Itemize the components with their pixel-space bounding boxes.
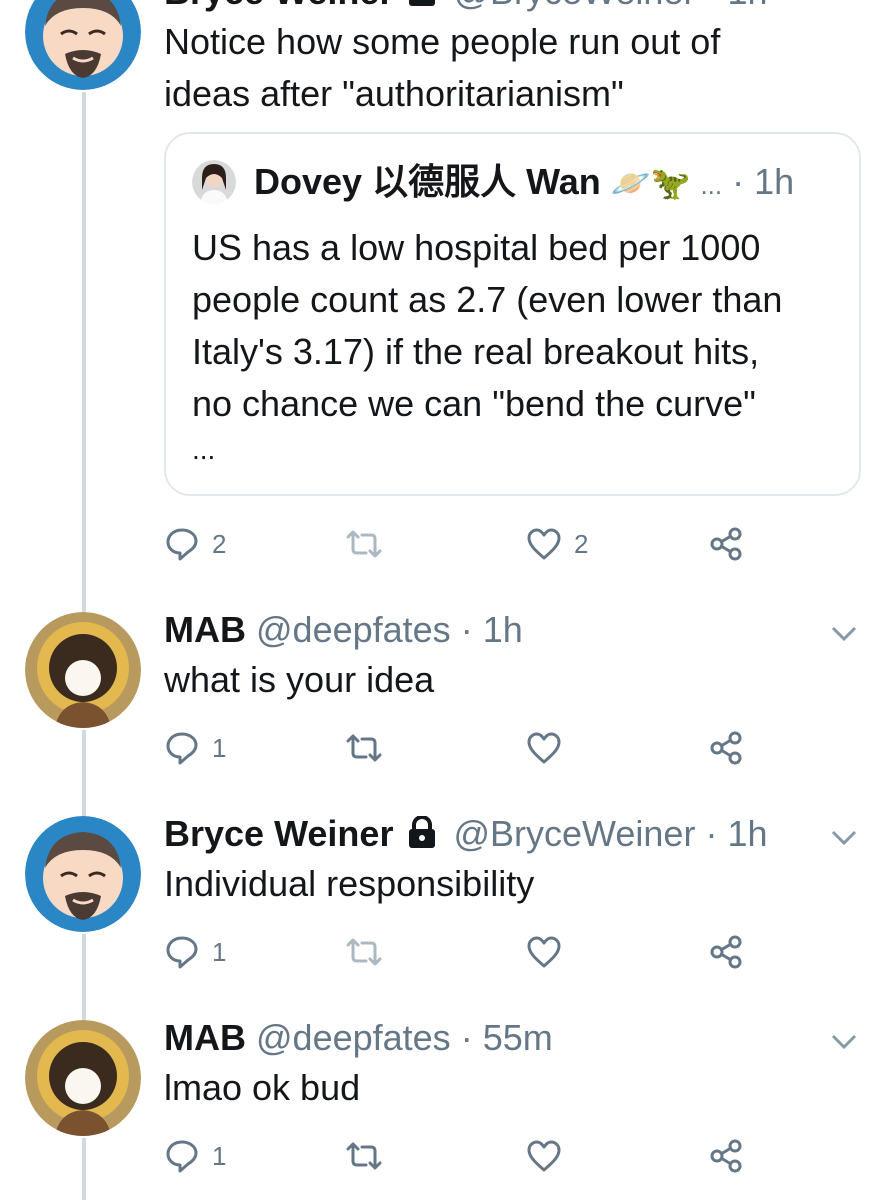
- timestamp[interactable]: 1h: [727, 0, 767, 12]
- quoted-text-line: US has a low hospital bed per 1000: [192, 227, 761, 268]
- timestamp[interactable]: 55m: [483, 1017, 553, 1058]
- timestamp[interactable]: 1h: [727, 813, 767, 854]
- tweet[interactable]: MAB @deepfates · 55m lmao ok bud 1: [0, 1016, 889, 1200]
- reply-count: 1: [212, 936, 227, 967]
- reply-icon: [166, 1140, 198, 1173]
- quoted-text-line: no chance we can "bend the curve": [192, 383, 756, 424]
- reply-icon: [166, 936, 198, 969]
- reply-icon: [166, 528, 198, 561]
- truncation-ellipsis: ...: [700, 170, 723, 200]
- tweet-text: Individual responsibility: [164, 863, 535, 904]
- display-name[interactable]: MAB: [164, 1017, 246, 1058]
- retweet-icon: [346, 530, 382, 558]
- avatar-mab[interactable]: [25, 612, 141, 728]
- tweet[interactable]: MAB @deepfates · 1h what is your idea 1: [0, 608, 889, 810]
- separator-dot: ·: [460, 609, 473, 650]
- chevron-down-icon[interactable]: [829, 822, 859, 852]
- tweet-header: MAB @deepfates · 1h: [164, 608, 869, 652]
- quoted-text-line: people count as 2.7 (even lower than: [192, 279, 783, 320]
- like-button[interactable]: [526, 726, 574, 770]
- display-name[interactable]: Bryce Weiner: [164, 813, 393, 854]
- quoted-tweet[interactable]: Dovey 以德服人 Wan 🪐🦖 ... · 1h US has a low …: [164, 132, 861, 496]
- tweet-text-line: ideas after "authoritarianism": [164, 73, 624, 114]
- tweet-text: lmao ok bud: [164, 1067, 361, 1108]
- tweet-header: MAB @deepfates · 55m: [164, 1016, 869, 1060]
- tweet[interactable]: Bryce Weiner @BryceWeiner · 1h Individua…: [0, 812, 889, 1014]
- share-icon: [710, 935, 742, 969]
- reply-button[interactable]: 1: [164, 1134, 226, 1178]
- reply-button[interactable]: 1: [164, 726, 226, 770]
- chevron-down-icon[interactable]: [829, 618, 859, 648]
- like-count: 2: [574, 528, 589, 559]
- tweet-actions: 1: [164, 930, 754, 974]
- separator-dot: ·: [732, 161, 745, 202]
- tweet-text-line: Notice how some people run out of: [164, 21, 721, 62]
- chevron-down-icon[interactable]: [829, 0, 859, 2]
- handle[interactable]: @BryceWeiner: [453, 0, 695, 12]
- tweet-actions: 1: [164, 1134, 754, 1178]
- share-button[interactable]: [708, 930, 744, 974]
- heart-icon: [527, 1140, 561, 1172]
- reply-count: 2: [212, 528, 227, 559]
- reply-count: 1: [212, 732, 227, 763]
- display-name[interactable]: MAB: [164, 609, 246, 650]
- tweet-text: what is your idea: [164, 659, 435, 700]
- retweet-button[interactable]: [344, 1134, 396, 1178]
- tweet-header: Bryce Weiner @BryceWeiner · 1h: [164, 812, 869, 858]
- lock-icon: [407, 0, 437, 16]
- handle[interactable]: @deepfates: [256, 609, 451, 650]
- avatar-bryce[interactable]: [25, 0, 141, 90]
- chevron-down-icon[interactable]: [829, 1026, 859, 1056]
- share-button[interactable]: [708, 522, 744, 566]
- share-icon: [710, 731, 742, 765]
- like-button[interactable]: 2: [526, 522, 588, 566]
- avatar-mab[interactable]: [25, 1020, 141, 1136]
- share-icon: [710, 527, 742, 561]
- retweet-icon: [346, 1142, 382, 1170]
- quoted-timestamp: 1h: [754, 161, 795, 202]
- display-name[interactable]: Bryce Weiner: [164, 0, 393, 12]
- reply-button[interactable]: 1: [164, 930, 226, 974]
- avatar-bryce[interactable]: [25, 816, 141, 932]
- retweet-icon: [346, 938, 382, 966]
- emoji: 🪐🦖: [610, 165, 691, 201]
- retweet-button[interactable]: [344, 930, 396, 974]
- share-button[interactable]: [708, 1134, 744, 1178]
- retweet-button[interactable]: [344, 726, 396, 770]
- reply-count: 1: [212, 1140, 227, 1171]
- quoted-tweet-text: US has a low hospital bed per 1000 peopl…: [192, 222, 842, 470]
- separator-dot: ·: [705, 0, 717, 12]
- lock-icon: [407, 814, 437, 858]
- retweet-button[interactable]: [344, 522, 396, 566]
- tweet-text: Notice how some people run out of ideas …: [164, 16, 869, 120]
- timestamp[interactable]: 1h: [483, 609, 523, 650]
- quoted-text-line: Italy's 3.17) if the real breakout hits,: [192, 331, 760, 372]
- heart-icon: [527, 732, 561, 764]
- tweet[interactable]: Bryce Weiner @BryceWeiner · 1h Notice ho…: [0, 0, 889, 610]
- quoted-display-name: Dovey 以德服人 Wan: [254, 161, 601, 202]
- retweet-icon: [346, 734, 382, 762]
- separator-dot: ·: [705, 813, 718, 854]
- like-button[interactable]: [526, 930, 574, 974]
- separator-dot: ·: [460, 1017, 473, 1058]
- tweet-header: Bryce Weiner @BryceWeiner · 1h: [164, 0, 869, 16]
- share-button[interactable]: [708, 726, 744, 770]
- handle[interactable]: @deepfates: [256, 1017, 451, 1058]
- share-icon: [710, 1139, 742, 1173]
- heart-icon: [527, 936, 561, 968]
- like-button[interactable]: [526, 1134, 574, 1178]
- read-more-ellipsis: ...: [192, 434, 216, 465]
- avatar-dovey: [192, 160, 236, 204]
- reply-icon: [166, 732, 198, 765]
- tweet-actions: 2 2: [164, 522, 754, 566]
- quoted-tweet-header: Dovey 以德服人 Wan 🪐🦖 ... · 1h: [192, 160, 794, 207]
- tweet-actions: 1: [164, 726, 754, 770]
- heart-icon: [527, 528, 561, 560]
- handle[interactable]: @BryceWeiner: [453, 813, 695, 854]
- reply-button[interactable]: 2: [164, 522, 226, 566]
